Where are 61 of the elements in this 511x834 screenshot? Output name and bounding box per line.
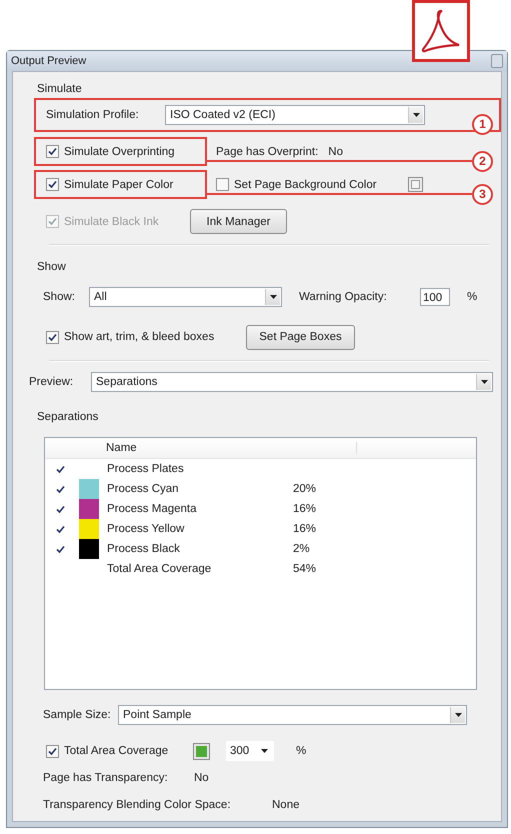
field-label: Preview: xyxy=(29,376,74,388)
table-cell-text: Process Black xyxy=(107,543,181,555)
checkbox[interactable] xyxy=(55,484,65,494)
info-value: No xyxy=(194,772,209,784)
info-label: Page has Transparency: xyxy=(43,772,169,784)
field-label: Simulation Profile: xyxy=(46,109,140,121)
caret-icon xyxy=(480,380,488,384)
info-label: Transparency Blending Color Space: xyxy=(43,799,232,811)
caret-icon xyxy=(412,113,420,117)
caret-icon xyxy=(261,749,268,753)
checkbox[interactable] xyxy=(46,330,59,344)
table-cell: 20% xyxy=(293,483,316,495)
checkbox[interactable] xyxy=(46,744,59,758)
unit-label: % xyxy=(467,291,478,303)
color-picker-button[interactable] xyxy=(408,177,423,192)
ink-manager-button[interactable]: Ink Manager xyxy=(190,209,287,234)
info-value: None xyxy=(272,799,300,811)
column-header: Name xyxy=(106,442,357,454)
table-cell-text: Total Area Coverage xyxy=(107,563,212,575)
status-value: No xyxy=(328,146,343,158)
checkbox-label: Show art, trim, & bleed boxes xyxy=(64,331,214,343)
checkbox[interactable] xyxy=(216,178,229,191)
color-picker-button[interactable] xyxy=(193,742,210,760)
checkbox[interactable] xyxy=(55,504,65,514)
checkbox-label: Simulate Paper Color xyxy=(64,178,174,190)
field-label: Show: xyxy=(43,291,76,303)
checkbox[interactable] xyxy=(55,544,65,554)
checkbox[interactable] xyxy=(55,464,65,474)
checkbox[interactable] xyxy=(46,178,59,191)
checkbox-label: Total Area Coverage xyxy=(64,745,168,757)
coverage-limit-dropdown[interactable]: 300 xyxy=(226,741,274,761)
caret-icon xyxy=(270,295,276,299)
sample-size-dropdown[interactable]: Point Sample xyxy=(118,705,467,725)
caret-icon xyxy=(454,713,462,717)
table-cell-text: Process Cyan xyxy=(107,483,180,495)
section-heading: Show xyxy=(36,260,67,275)
preview-dropdown[interactable]: Separations xyxy=(91,372,493,392)
window-title: Output Preview xyxy=(11,55,86,67)
table-cell: 16% xyxy=(293,523,316,535)
set-page-boxes-button[interactable]: Set Page Boxes xyxy=(246,324,355,350)
table-cell: 16% xyxy=(293,503,316,515)
opacity-input[interactable]: 100 xyxy=(420,288,450,306)
show-dropdown[interactable]: All xyxy=(89,287,282,307)
simulation-profile-dropdown[interactable]: ISO Coated v2 (ECI) xyxy=(165,105,425,125)
section-heading: Simulate xyxy=(36,82,83,97)
checkbox-label: Set Page Background Color xyxy=(234,178,377,190)
table-cell: 2% xyxy=(293,543,310,555)
unit-label: % xyxy=(296,745,306,757)
checkbox[interactable] xyxy=(46,145,59,158)
status-label: Page has Overprint: xyxy=(216,146,318,158)
table-cell: 54% xyxy=(293,563,316,575)
field-label: Sample Size: xyxy=(43,709,112,721)
checkbox-label: Simulate Overprinting xyxy=(64,146,175,158)
checkbox[interactable] xyxy=(55,524,65,534)
table-cell-text: Process Magenta xyxy=(107,503,198,515)
table-cell-text: Process Yellow xyxy=(107,523,186,535)
field-label: Warning Opacity: xyxy=(299,291,388,303)
swirl-logo-icon xyxy=(412,0,470,62)
table-cell-text: Process Plates xyxy=(107,463,185,475)
section-heading: Separations xyxy=(36,410,100,425)
checkbox-label: Simulate Black Ink xyxy=(64,216,159,228)
